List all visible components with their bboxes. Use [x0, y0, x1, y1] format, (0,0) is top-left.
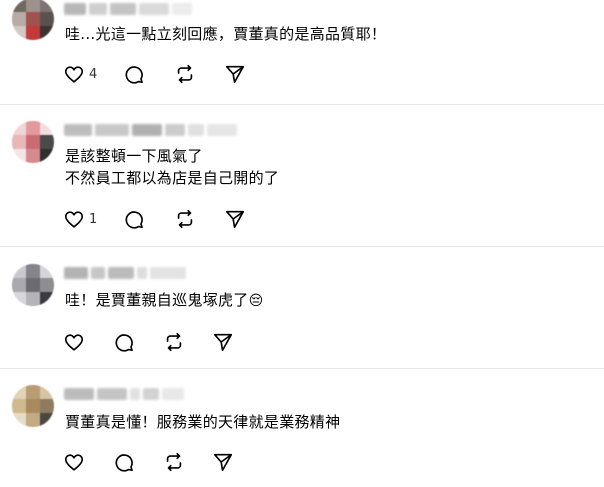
username-blurred[interactable] [64, 123, 237, 137]
like-button[interactable]: 1 [63, 207, 97, 231]
reply-text: 賈董真是懂！服務業的天律就是業務精神 [65, 413, 341, 431]
heart-icon [64, 66, 84, 83]
repost-button[interactable] [174, 62, 196, 86]
comment-button[interactable] [113, 330, 135, 354]
reply-item: 是該整頓一下風氣了 不然員工都以為店是自己開的了 1 [0, 105, 604, 246]
comment-icon [125, 211, 143, 229]
action-bar: 4 [63, 62, 245, 86]
like-button[interactable]: 4 [63, 62, 97, 86]
action-bar [63, 450, 233, 474]
username-blurred[interactable] [64, 266, 186, 280]
repost-button[interactable] [174, 207, 196, 231]
like-button[interactable] [63, 450, 85, 474]
reply-item: 哇...光這一點立刻回應，賈董真的是高品質耶！ 4 [0, 0, 604, 104]
comment-button[interactable] [123, 62, 145, 86]
avatar[interactable] [12, 121, 54, 163]
heart-icon [64, 454, 84, 471]
reply-text: 哇...光這一點立刻回應，賈董真的是高品質耶！ [65, 25, 387, 43]
reply-feed: 哇...光這一點立刻回應，賈董真的是高品質耶！ 4 是該整頓一下風氣了 不然員工… [0, 0, 604, 487]
reply-text: 哇！是賈董親自巡鬼塚虎了😔 [65, 289, 264, 312]
share-button[interactable] [224, 62, 246, 86]
repost-button[interactable] [163, 330, 185, 354]
reply-text: 是該整頓一下風氣了 不然員工都以為店是自己開的了 [65, 147, 280, 187]
share-button[interactable] [224, 207, 246, 231]
username-blurred[interactable] [64, 2, 192, 16]
reply-text-content: 哇！是賈董親自巡鬼塚虎了 [65, 291, 249, 309]
avatar[interactable] [12, 264, 54, 306]
repost-icon [166, 332, 182, 352]
like-count: 1 [89, 211, 98, 227]
heart-icon [64, 334, 84, 351]
action-bar [63, 330, 233, 354]
action-bar: 1 [63, 207, 245, 231]
share-button[interactable] [212, 330, 234, 354]
send-icon [213, 333, 233, 352]
username-blurred[interactable] [64, 387, 184, 401]
avatar[interactable] [12, 385, 54, 427]
reply-item: 賈董真是懂！服務業的天律就是業務精神 [0, 369, 604, 487]
comment-icon [125, 66, 143, 84]
like-button[interactable] [63, 330, 85, 354]
send-icon [225, 65, 245, 84]
emoji: 😔 [248, 293, 264, 309]
repost-button[interactable] [163, 450, 185, 474]
heart-icon [64, 211, 84, 228]
share-button[interactable] [212, 450, 234, 474]
send-icon [225, 210, 245, 229]
avatar[interactable] [12, 0, 54, 40]
repost-icon [166, 452, 182, 472]
comment-button[interactable] [113, 450, 135, 474]
like-count: 4 [89, 66, 98, 82]
repost-icon [177, 209, 193, 229]
repost-icon [177, 64, 193, 84]
comment-button[interactable] [123, 207, 145, 231]
reply-item: 哇！是賈董親自巡鬼塚虎了😔 [0, 247, 604, 368]
comment-icon [115, 454, 133, 472]
send-icon [213, 453, 233, 472]
comment-icon [115, 334, 133, 352]
